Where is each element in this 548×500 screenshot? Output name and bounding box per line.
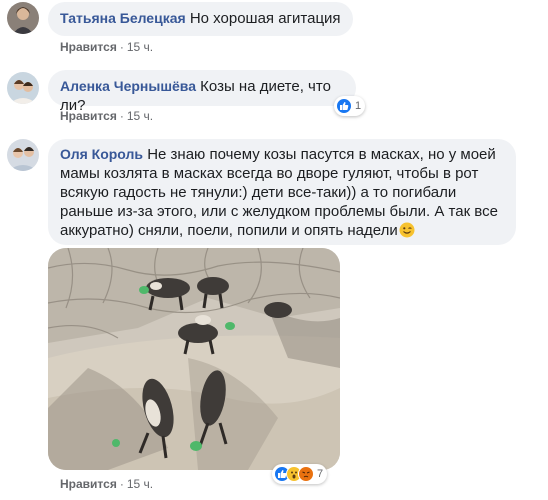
comment-time[interactable]: 15 ч. xyxy=(127,40,153,54)
like-icon xyxy=(336,98,352,114)
like-button[interactable]: Нравится xyxy=(60,477,117,491)
avatar[interactable] xyxy=(7,139,39,171)
winking-face-icon xyxy=(399,222,415,243)
comment-actions: Нравится · 15 ч. xyxy=(60,39,153,55)
like-button[interactable]: Нравится xyxy=(60,40,117,54)
comment-actions: Нравится · 15 ч. xyxy=(60,476,153,492)
separator: · xyxy=(119,40,124,54)
comment-bubble: Аленка Чернышёва Козы на диете, что ли? xyxy=(48,70,356,114)
comment-time[interactable]: 15 ч. xyxy=(127,109,153,123)
comment-bubble: Оля Король Не знаю почему козы пасутся в… xyxy=(48,139,516,245)
comment-author[interactable]: Оля Король xyxy=(60,146,143,162)
separator: · xyxy=(119,109,124,123)
reaction-count: 1 xyxy=(355,100,362,112)
angry-icon xyxy=(298,466,314,482)
avatar[interactable] xyxy=(7,2,39,34)
comment-author[interactable]: Татьяна Белецкая xyxy=(60,10,186,26)
like-button[interactable]: Нравится xyxy=(60,109,117,123)
comment-bubble: Татьяна Белецкая Но хорошая агитация xyxy=(48,2,353,36)
reaction-summary[interactable]: 1 xyxy=(334,96,366,116)
reaction-count: 7 xyxy=(317,468,324,480)
comment-text: Но хорошая агитация xyxy=(189,10,341,27)
comment-photo[interactable] xyxy=(48,248,340,470)
comment-time[interactable]: 15 ч. xyxy=(127,477,153,491)
comment-author[interactable]: Аленка Чернышёва xyxy=(60,78,196,94)
avatar[interactable] xyxy=(7,72,39,104)
comment-actions: Нравится · 15 ч. xyxy=(60,108,153,124)
separator: · xyxy=(119,477,124,491)
reaction-summary[interactable]: 7 xyxy=(272,464,328,484)
